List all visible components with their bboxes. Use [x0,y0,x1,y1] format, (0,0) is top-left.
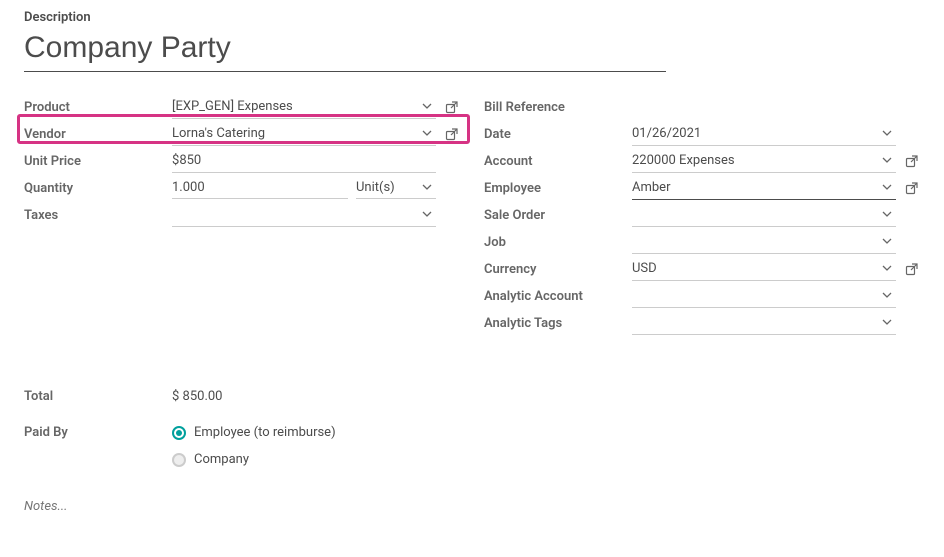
date-input[interactable] [632,126,878,141]
external-link-icon[interactable] [442,126,460,144]
currency-input[interactable] [632,261,878,276]
date-label: Date [484,127,632,142]
total-value: $ 850.00 [172,389,223,404]
taxes-field[interactable] [172,205,436,227]
currency-field[interactable] [632,259,896,281]
right-column: Bill Reference Date Account Employee [484,94,920,337]
employee-field[interactable] [632,178,896,200]
external-link-icon[interactable] [902,261,920,279]
uom-field[interactable]: Unit(s) [356,178,436,199]
total-label: Total [24,389,172,404]
analytic-tags-input[interactable] [632,315,878,330]
analytic-account-input[interactable] [632,288,878,303]
caret-down-icon[interactable] [878,151,896,169]
employee-input[interactable] [632,180,878,195]
analytic-tags-label: Analytic Tags [484,316,632,331]
product-label: Product [24,100,172,115]
radio-checked-icon [172,426,186,440]
caret-down-icon[interactable] [878,232,896,250]
radio-label: Employee (to reimburse) [194,425,336,440]
radio-label: Company [194,452,249,467]
date-field[interactable] [632,124,896,146]
currency-symbol: $ [172,153,179,168]
description-input[interactable] [24,27,666,72]
caret-down-icon[interactable] [878,259,896,277]
employee-label: Employee [484,181,632,196]
bill-ref-input[interactable] [632,99,896,114]
caret-down-icon[interactable] [878,205,896,223]
caret-down-icon[interactable] [878,286,896,304]
vendor-input[interactable] [172,126,418,141]
bill-ref-field[interactable] [632,97,896,119]
taxes-label: Taxes [24,208,172,223]
job-input[interactable] [632,234,878,249]
currency-label: Currency [484,262,632,277]
job-field[interactable] [632,232,896,254]
vendor-field[interactable] [172,124,436,146]
description-label: Description [24,10,920,25]
caret-down-icon[interactable] [878,313,896,331]
paid-by-company-radio[interactable]: Company [172,452,336,467]
paid-by-label: Paid By [24,425,172,440]
quantity-input[interactable] [172,178,348,196]
external-link-icon[interactable] [902,153,920,171]
caret-down-icon[interactable] [418,205,436,223]
left-column: Product Vendor Unit Price $ [24,94,460,337]
account-input[interactable] [632,153,878,168]
paid-by-radio-group: Employee (to reimburse) Company [172,425,336,467]
bill-ref-label: Bill Reference [484,100,632,115]
caret-down-icon[interactable] [878,124,896,142]
analytic-account-label: Analytic Account [484,289,632,304]
external-link-icon[interactable] [902,180,920,198]
sale-order-input[interactable] [632,207,878,222]
quantity-label: Quantity [24,181,172,196]
unit-price-field[interactable]: $ [172,151,436,173]
analytic-account-field[interactable] [632,286,896,308]
unit-price-input[interactable] [179,153,436,168]
sale-order-field[interactable] [632,205,896,227]
radio-unchecked-icon [172,453,186,467]
taxes-input[interactable] [172,207,418,222]
product-input[interactable] [172,99,418,114]
paid-by-employee-radio[interactable]: Employee (to reimburse) [172,425,336,440]
caret-down-icon[interactable] [418,97,436,115]
caret-down-icon[interactable] [418,124,436,142]
product-field[interactable] [172,97,436,119]
analytic-tags-field[interactable] [632,313,896,335]
account-field[interactable] [632,151,896,173]
unit-price-label: Unit Price [24,154,172,169]
job-label: Job [484,235,632,250]
external-link-icon[interactable] [442,99,460,117]
caret-down-icon[interactable] [418,178,436,196]
notes-input[interactable] [24,495,444,518]
account-label: Account [484,154,632,169]
sale-order-label: Sale Order [484,208,632,223]
uom-value: Unit(s) [356,180,418,195]
caret-down-icon[interactable] [878,178,896,196]
vendor-label: Vendor [24,127,172,142]
